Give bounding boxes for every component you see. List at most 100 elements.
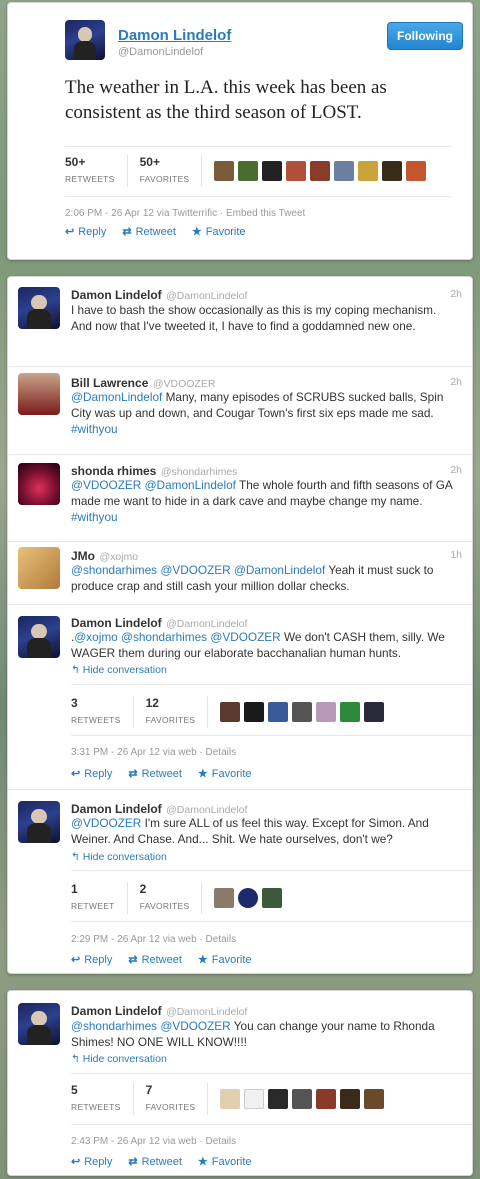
tweet[interactable]: Damon Lindelof @DamonLindelof .@xojmo @s… <box>8 605 472 789</box>
tweet[interactable]: Bill Lawrence @VDOOZER 2h @DamonLindelof… <box>8 367 472 455</box>
face-icon[interactable] <box>262 161 283 181</box>
mention-link[interactable]: @VDOOZER <box>71 816 141 830</box>
avatar[interactable] <box>18 547 60 589</box>
stats-row: 1 RETWEET 2 FAVORITES <box>71 882 283 914</box>
favorite-button[interactable]: ★ Favorite <box>198 953 252 967</box>
embedded-tweet-card: Damon Lindelof @DamonLindelof Following … <box>7 2 473 260</box>
tweet-text: I have to bash the show occasionally as … <box>71 303 437 333</box>
retweets-stat[interactable]: 1 RETWEET <box>71 882 128 914</box>
mention-link[interactable]: @shondarhimes @VDOOZER @DamonLindelof <box>71 563 325 577</box>
reply-button[interactable]: ↩ Reply <box>71 953 112 967</box>
avatar[interactable] <box>18 801 60 843</box>
face-icon[interactable] <box>268 1089 289 1109</box>
face-icon[interactable] <box>310 161 331 181</box>
face-icon[interactable] <box>238 161 259 181</box>
author-name[interactable]: Damon Lindelof <box>71 288 162 302</box>
tweet-text: @VDOOZER @DamonLindelof The whole fourth… <box>71 478 453 524</box>
reply-button[interactable]: ↩ Reply <box>71 1155 112 1169</box>
face-icon[interactable] <box>364 1089 385 1109</box>
favorites-stat[interactable]: 12 FAVORITES <box>146 696 209 728</box>
author-name[interactable]: JMo <box>71 549 95 563</box>
avatar[interactable] <box>18 373 60 415</box>
hide-conversation-link[interactable]: ↰ Hide conversation <box>71 664 167 676</box>
face-icon[interactable] <box>316 1089 337 1109</box>
avatar[interactable] <box>18 463 60 505</box>
face-icon[interactable] <box>292 1089 313 1109</box>
hashtag-link[interactable]: #withyou <box>71 422 118 436</box>
author-name[interactable]: Damon Lindelof <box>118 27 231 44</box>
author-handle[interactable]: @DamonLindelof <box>118 46 203 58</box>
favorite-button[interactable]: ★ Favorite <box>192 225 246 239</box>
mention-link[interactable]: @xojmo @shondarhimes @VDOOZER <box>74 630 280 644</box>
mention-link[interactable]: @VDOOZER @DamonLindelof <box>71 478 236 492</box>
avatar[interactable] <box>65 20 105 60</box>
face-icon[interactable] <box>262 888 283 908</box>
favorite-button[interactable]: ★ Favorite <box>198 767 252 781</box>
face-icon[interactable] <box>334 161 355 181</box>
author-name[interactable]: Bill Lawrence <box>71 376 148 390</box>
author-name[interactable]: shonda rhimes <box>71 464 156 478</box>
divider <box>71 870 472 871</box>
author-handle[interactable]: @DamonLindelof <box>166 1006 247 1018</box>
arrow-icon: ↰ <box>71 851 80 863</box>
following-button[interactable]: Following <box>387 22 463 50</box>
face-icon[interactable] <box>220 702 241 722</box>
favorites-stat[interactable]: 50+ FAVORITES <box>140 155 203 187</box>
tweet[interactable]: shonda rhimes @shondarhimes 2h @VDOOZER … <box>8 455 472 542</box>
author-name[interactable]: Damon Lindelof <box>71 616 162 630</box>
timestamp[interactable]: 2h <box>450 288 462 300</box>
retweet-icon: ⇄ <box>128 954 138 966</box>
face-icon[interactable] <box>316 702 337 722</box>
face-icon[interactable] <box>286 161 307 181</box>
avatar[interactable] <box>18 616 60 658</box>
face-icon[interactable] <box>214 888 235 908</box>
retweet-button[interactable]: ⇄ Retweet <box>128 1155 182 1169</box>
retweet-button[interactable]: ⇄ Retweet <box>128 953 182 967</box>
retweets-stat[interactable]: 5 RETWEETS <box>71 1083 134 1115</box>
tweet-meta[interactable]: 3:31 PM - 26 Apr 12 via web · Details <box>71 747 236 758</box>
face-icon[interactable] <box>406 161 427 181</box>
face-icon[interactable] <box>340 1089 361 1109</box>
tweet-meta[interactable]: 2:06 PM - 26 Apr 12 via Twitterrific · E… <box>65 208 305 219</box>
mention-link[interactable]: @shondarhimes @VDOOZER <box>71 1019 231 1033</box>
timestamp[interactable]: 2h <box>450 376 462 388</box>
favorites-stat[interactable]: 7 FAVORITES <box>146 1083 209 1115</box>
tweet[interactable]: Damon Lindelof @DamonLindelof @VDOOZER I… <box>8 791 472 975</box>
timestamp[interactable]: 1h <box>450 549 462 561</box>
face-icon[interactable] <box>214 161 235 181</box>
favorite-button[interactable]: ★ Favorite <box>198 1155 252 1169</box>
tweet[interactable]: Damon Lindelof @DamonLindelof 2h I have … <box>8 277 472 367</box>
tweet[interactable]: Damon Lindelof @DamonLindelof @shondarhi… <box>8 991 472 1177</box>
retweet-button[interactable]: ⇄ Retweet <box>128 767 182 781</box>
reply-button[interactable]: ↩ Reply <box>71 767 112 781</box>
hashtag-link[interactable]: #withyou <box>71 510 118 524</box>
face-icon[interactable] <box>238 888 259 908</box>
author-name[interactable]: Damon Lindelof <box>71 1004 162 1018</box>
retweets-stat[interactable]: 3 RETWEETS <box>71 696 134 728</box>
author-handle[interactable]: @DamonLindelof <box>166 290 247 302</box>
avatar[interactable] <box>18 287 60 329</box>
tweet-meta[interactable]: 2:29 PM - 26 Apr 12 via web · Details <box>71 934 236 945</box>
reply-button[interactable]: ↩ Reply <box>65 225 106 239</box>
hide-conversation-link[interactable]: ↰ Hide conversation <box>71 1053 167 1065</box>
face-icon[interactable] <box>268 702 289 722</box>
mention-link[interactable]: @DamonLindelof <box>71 390 162 404</box>
avatar[interactable] <box>18 1003 60 1045</box>
face-icon[interactable] <box>292 702 313 722</box>
tweet-meta[interactable]: 2:43 PM - 26 Apr 12 via web · Details <box>71 1136 236 1147</box>
timestamp[interactable]: 2h <box>450 464 462 476</box>
face-icon[interactable] <box>358 161 379 181</box>
face-icon[interactable] <box>340 702 361 722</box>
favorites-stat[interactable]: 2 FAVORITES <box>140 882 203 914</box>
stats-row: 3 RETWEETS 12 FAVORITES <box>71 696 385 728</box>
hide-conversation-link[interactable]: ↰ Hide conversation <box>71 851 167 863</box>
tweet[interactable]: JMo @xojmo 1h @shondarhimes @VDOOZER @Da… <box>8 542 472 605</box>
author-name[interactable]: Damon Lindelof <box>71 802 162 816</box>
retweets-stat[interactable]: 50+ RETWEETS <box>65 155 128 187</box>
face-icon[interactable] <box>364 702 385 722</box>
face-icon[interactable] <box>220 1089 241 1109</box>
face-icon[interactable] <box>244 702 265 722</box>
face-icon[interactable] <box>382 161 403 181</box>
face-icon[interactable] <box>244 1089 265 1109</box>
retweet-button[interactable]: ⇄ Retweet <box>122 225 176 239</box>
